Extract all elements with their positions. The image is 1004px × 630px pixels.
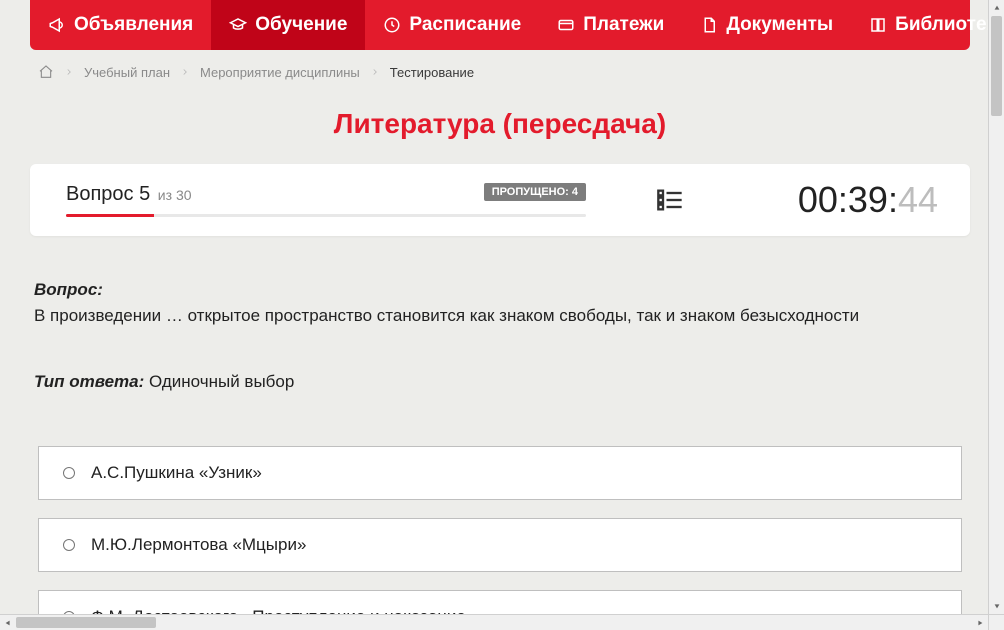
question-list-icon[interactable] — [656, 186, 684, 214]
timer: 00:39:44 — [798, 179, 938, 221]
nav-payments[interactable]: Платежи — [539, 0, 682, 50]
question-text: В произведении … открытое пространство с… — [34, 304, 966, 328]
question-body: Вопрос: В произведении … открытое простр… — [30, 280, 970, 392]
scroll-track[interactable] — [989, 16, 1004, 598]
breadcrumb-study-plan[interactable]: Учебный план — [84, 65, 170, 80]
answer-type-label: Тип ответа: — [34, 372, 144, 391]
question-bar: Вопрос 5 из 30 ПРОПУЩЕНО: 4 00:39:44 — [30, 164, 970, 236]
nav-documents[interactable]: Документы — [682, 0, 851, 50]
answer-radio[interactable] — [63, 539, 75, 551]
horizontal-scrollbar[interactable] — [0, 614, 988, 630]
scroll-right-arrow[interactable] — [972, 615, 988, 630]
answer-option[interactable]: М.Ю.Лермонтова «Мцыри» — [38, 518, 962, 572]
scroll-up-arrow[interactable] — [989, 0, 1004, 16]
answer-text: А.С.Пушкина «Узник» — [91, 463, 262, 483]
page-title: Литература (пересдача) — [30, 108, 970, 140]
question-number: 5 — [139, 183, 150, 205]
nav-learning[interactable]: Обучение — [211, 0, 365, 50]
answer-text: М.Ю.Лермонтова «Мцыри» — [91, 535, 306, 555]
scroll-left-arrow[interactable] — [0, 615, 16, 630]
breadcrumb-discipline-event[interactable]: Мероприятие дисциплины — [200, 65, 360, 80]
answer-radio[interactable] — [63, 467, 75, 479]
answer-option[interactable]: Ф.М. Достоевского «Преступление и наказа… — [38, 590, 962, 614]
clock-icon — [383, 16, 401, 34]
breadcrumb: Учебный план Мероприятие дисциплины Тест… — [30, 50, 970, 86]
answer-type-value: Одиночный выбор — [149, 372, 294, 391]
chevron-right-icon — [180, 67, 190, 77]
graduation-icon — [229, 16, 247, 34]
progress-fill — [66, 214, 154, 217]
of-word: из — [158, 187, 172, 203]
question-total: из 30 — [158, 187, 192, 203]
home-icon[interactable] — [38, 64, 54, 80]
skipped-badge[interactable]: ПРОПУЩЕНО: 4 — [484, 183, 586, 201]
nav-label: Платежи — [583, 14, 664, 36]
nav-label: Обучение — [255, 14, 347, 36]
nav-label: Расписание — [409, 14, 521, 36]
total-number: 30 — [176, 187, 192, 203]
question-number-label: Вопрос 5 — [66, 183, 156, 205]
chevron-right-icon — [370, 67, 380, 77]
timer-main: 00:39: — [798, 179, 898, 220]
nav-announcements[interactable]: Объявления — [30, 0, 211, 50]
scroll-thumb-h[interactable] — [16, 617, 156, 628]
breadcrumb-testing: Тестирование — [390, 65, 474, 80]
scroll-track-h[interactable] — [16, 615, 972, 630]
answer-text: Ф.М. Достоевского «Преступление и наказа… — [91, 607, 475, 614]
nav-library[interactable]: Библиотека — [851, 0, 988, 50]
card-icon — [557, 16, 575, 34]
question-label: Вопрос: — [34, 280, 966, 300]
nav-schedule[interactable]: Расписание — [365, 0, 539, 50]
progress-bar — [66, 214, 586, 217]
answer-option[interactable]: А.С.Пушкина «Узник» — [38, 446, 962, 500]
scrollbar-corner — [988, 614, 1004, 630]
nav-label: Документы — [726, 14, 833, 36]
document-icon — [700, 16, 718, 34]
question-word: Вопрос — [66, 183, 134, 205]
scroll-thumb[interactable] — [991, 16, 1002, 116]
timer-seconds: 44 — [898, 179, 938, 220]
chevron-right-icon — [64, 67, 74, 77]
main-nav: Объявления Обучение Расписание Платежи Д… — [30, 0, 970, 50]
answer-options: А.С.Пушкина «Узник» М.Ю.Лермонтова «Мцыр… — [30, 446, 970, 614]
vertical-scrollbar[interactable] — [988, 0, 1004, 614]
megaphone-icon — [48, 16, 66, 34]
nav-label: Объявления — [74, 14, 193, 36]
scroll-down-arrow[interactable] — [989, 598, 1004, 614]
nav-label: Библиотека — [895, 14, 988, 36]
book-icon — [869, 16, 887, 34]
